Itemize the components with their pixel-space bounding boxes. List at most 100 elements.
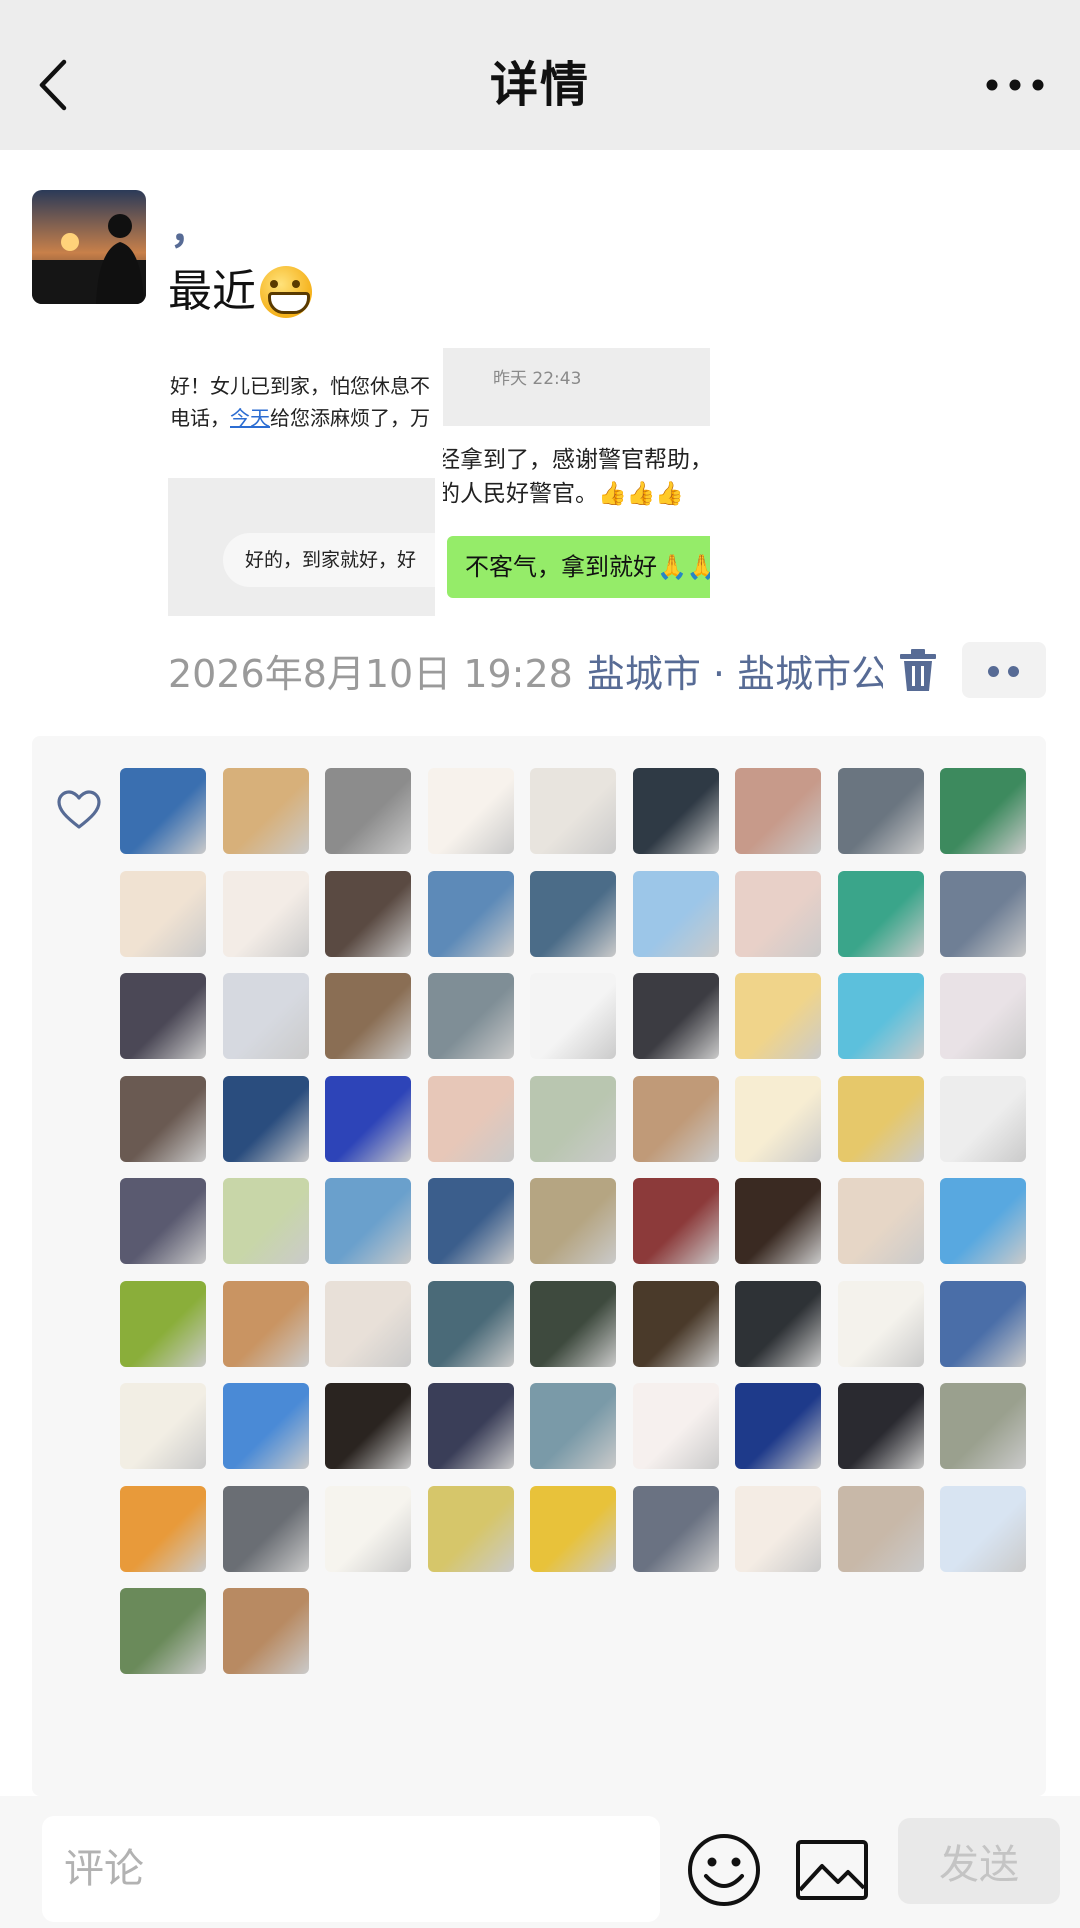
liker-avatar[interactable] xyxy=(120,1075,206,1162)
post-image-2[interactable]: 昨天 22:43 经拿到了，感谢警官帮助， 的人民好警官。👍👍👍 不客气，拿到就… xyxy=(443,348,710,616)
post-text: 最近 xyxy=(168,266,256,317)
liker-avatar[interactable] xyxy=(120,1280,206,1367)
liker-avatar[interactable] xyxy=(530,1075,616,1162)
liker-avatar[interactable] xyxy=(632,1485,719,1572)
liker-avatar[interactable] xyxy=(120,1178,206,1264)
chat-bubble: 好的，到家就好，好 xyxy=(223,533,435,587)
liker-avatar[interactable] xyxy=(940,1485,1026,1572)
liker-avatar[interactable] xyxy=(530,870,616,957)
liker-avatar[interactable] xyxy=(632,973,719,1059)
liker-avatar[interactable] xyxy=(837,1383,924,1469)
liker-avatar[interactable] xyxy=(530,1383,616,1469)
top-navigation-bar: 详情 xyxy=(0,0,1080,150)
liker-avatar[interactable] xyxy=(837,768,924,854)
liker-avatar[interactable] xyxy=(735,973,821,1059)
page-title: 详情 xyxy=(489,57,590,113)
liker-avatar[interactable] xyxy=(120,1383,206,1469)
post-actions-button[interactable] xyxy=(962,642,1046,698)
liker-avatar[interactable] xyxy=(120,870,206,957)
liker-avatar[interactable] xyxy=(222,1588,309,1674)
liker-avatar[interactable] xyxy=(325,1383,411,1469)
liker-avatar[interactable] xyxy=(222,1383,309,1469)
post-timestamp: 2026年8月10日 19:28 xyxy=(168,651,573,696)
chat-timestamp: 昨天 22:43 xyxy=(493,369,582,389)
liker-avatar[interactable] xyxy=(632,1178,719,1264)
liker-avatar[interactable] xyxy=(632,1383,719,1469)
liker-avatar[interactable] xyxy=(735,1178,821,1264)
liker-avatar[interactable] xyxy=(837,973,924,1059)
liker-avatar[interactable] xyxy=(735,1485,821,1572)
smiley-face-icon[interactable] xyxy=(686,1832,762,1908)
liker-avatar[interactable] xyxy=(427,768,514,854)
liker-avatar[interactable] xyxy=(735,1280,821,1367)
liker-avatar[interactable] xyxy=(222,1075,309,1162)
liker-avatar[interactable] xyxy=(120,973,206,1059)
liker-avatar[interactable] xyxy=(837,1178,924,1264)
liker-avatar[interactable] xyxy=(530,1280,616,1367)
heart-outline-icon xyxy=(57,790,101,829)
liker-avatar[interactable] xyxy=(325,870,411,957)
liker-avatar[interactable] xyxy=(940,1280,1026,1367)
image-text-line: 电话，今天给您添麻烦了，万 xyxy=(170,406,430,430)
liker-avatar[interactable] xyxy=(940,1178,1026,1264)
liker-avatar[interactable] xyxy=(632,1075,719,1162)
liker-avatar[interactable] xyxy=(427,870,514,957)
liker-avatar[interactable] xyxy=(735,768,821,854)
liker-avatar[interactable] xyxy=(222,870,309,957)
liker-avatar[interactable] xyxy=(120,768,206,854)
liker-avatar[interactable] xyxy=(940,870,1026,957)
liker-avatar[interactable] xyxy=(325,1280,411,1367)
liker-avatar[interactable] xyxy=(222,973,309,1059)
liker-avatar[interactable] xyxy=(325,1075,411,1162)
liker-avatar[interactable] xyxy=(427,1280,514,1367)
liker-avatar[interactable] xyxy=(837,870,924,957)
liker-avatar[interactable] xyxy=(735,1075,821,1162)
post-location[interactable]: 盐城市 · 盐城市公安局 xyxy=(587,643,883,698)
liker-avatar[interactable] xyxy=(530,1178,616,1264)
liker-avatar[interactable] xyxy=(325,1178,411,1264)
liker-avatar[interactable] xyxy=(940,1075,1026,1162)
liker-avatar[interactable] xyxy=(427,1178,514,1264)
liker-avatar[interactable] xyxy=(427,1075,514,1162)
liker-avatar[interactable] xyxy=(632,768,719,854)
liker-avatar[interactable] xyxy=(120,1485,206,1572)
liker-avatar[interactable] xyxy=(632,1280,719,1367)
liker-avatar[interactable] xyxy=(427,1485,514,1572)
image-text-line: 的人民好警官。👍👍👍 xyxy=(443,481,684,507)
liker-avatar[interactable] xyxy=(120,1588,206,1674)
post-image-1[interactable]: 好！女儿已到家，怕您休息不 电话，今天给您添麻烦了，万 好的，到家就好，好 xyxy=(168,348,435,616)
liker-avatar[interactable] xyxy=(940,768,1026,854)
image-icon[interactable] xyxy=(794,1832,870,1908)
liker-avatar[interactable] xyxy=(222,768,309,854)
liker-avatar[interactable] xyxy=(940,973,1026,1059)
liker-avatar[interactable] xyxy=(325,768,411,854)
liker-avatar[interactable] xyxy=(940,1383,1026,1469)
liker-avatar[interactable] xyxy=(837,1075,924,1162)
liker-avatar[interactable] xyxy=(222,1485,309,1572)
author-nickname[interactable]: ， xyxy=(170,205,210,255)
liker-avatar[interactable] xyxy=(530,973,616,1059)
more-horizontal-icon[interactable] xyxy=(980,65,1050,105)
liker-avatar[interactable] xyxy=(632,870,719,957)
liker-avatar[interactable] xyxy=(530,1485,616,1572)
liker-avatar[interactable] xyxy=(735,1383,821,1469)
post-images: 好！女儿已到家，怕您休息不 电话，今天给您添麻烦了，万 好的，到家就好，好 昨天… xyxy=(168,348,710,616)
liker-avatar[interactable] xyxy=(530,768,616,854)
author-avatar[interactable] xyxy=(32,190,146,304)
liker-avatar[interactable] xyxy=(427,973,514,1059)
image-text-line: 好！女儿已到家，怕您休息不 xyxy=(170,374,430,398)
comment-input[interactable] xyxy=(42,1816,660,1922)
liker-avatar[interactable] xyxy=(222,1178,309,1264)
chat-bubble-green: 不客气，拿到就好🙏🙏 xyxy=(447,536,710,598)
liker-avatar[interactable] xyxy=(325,1485,411,1572)
send-button[interactable]: 发送 xyxy=(898,1818,1060,1904)
trash-icon[interactable] xyxy=(896,646,940,694)
post-content: 最近 xyxy=(168,262,312,322)
liker-avatar[interactable] xyxy=(837,1280,924,1367)
sunset-silhouette-avatar xyxy=(32,190,146,304)
liker-avatar[interactable] xyxy=(222,1280,309,1367)
liker-avatar[interactable] xyxy=(427,1383,514,1469)
liker-avatar[interactable] xyxy=(837,1485,924,1572)
liker-avatar[interactable] xyxy=(325,973,411,1059)
liker-avatar[interactable] xyxy=(735,870,821,957)
